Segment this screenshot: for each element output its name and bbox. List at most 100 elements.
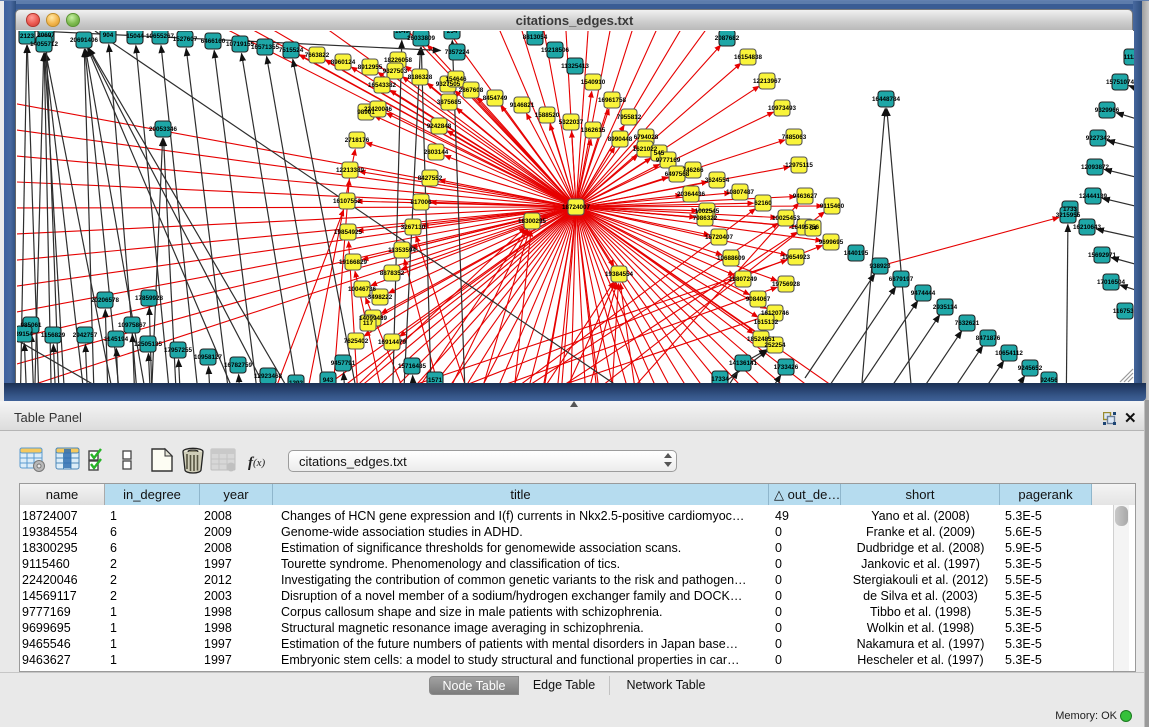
- svg-text:64: 64: [809, 225, 817, 232]
- svg-text:15751074: 15751074: [1106, 79, 1134, 86]
- svg-text:10025453: 10025453: [772, 215, 801, 222]
- svg-text:22420046: 22420046: [364, 106, 393, 113]
- svg-text:18807249: 18807249: [729, 276, 758, 283]
- svg-text:20053346: 20053346: [149, 126, 178, 133]
- svg-text:2718176: 2718176: [345, 137, 370, 144]
- svg-text:7357224: 7357224: [445, 49, 470, 56]
- svg-text:6879197: 6879197: [889, 276, 914, 283]
- svg-text:16448784: 16448784: [872, 96, 901, 103]
- svg-text:12975115: 12975115: [785, 162, 813, 169]
- svg-text:7632621: 7632621: [955, 320, 980, 327]
- svg-text:15692971: 15692971: [1088, 252, 1117, 259]
- svg-text:16120746: 16120746: [761, 310, 790, 317]
- svg-text:7515524: 7515524: [279, 47, 304, 54]
- svg-text:6794028: 6794028: [634, 134, 659, 141]
- svg-text:20691406: 20691406: [70, 37, 99, 44]
- svg-text:18300295: 18300295: [518, 218, 547, 225]
- svg-text:14136141: 14136141: [729, 360, 758, 367]
- svg-text:20206578: 20206578: [91, 297, 120, 304]
- svg-text:1733426: 1733426: [774, 364, 799, 371]
- svg-text:19654923: 19654923: [782, 254, 811, 261]
- svg-text:3267130: 3267130: [401, 224, 426, 231]
- svg-text:1588520: 1588520: [535, 112, 560, 119]
- svg-text:8471876: 8471876: [976, 335, 1001, 342]
- svg-text:11124: 11124: [1124, 54, 1134, 61]
- svg-text:10975867: 10975867: [118, 322, 147, 329]
- svg-text:15716485: 15716485: [398, 363, 427, 370]
- svg-text:9457791: 9457791: [331, 360, 356, 367]
- svg-text:19756928: 19756928: [772, 281, 801, 288]
- svg-text:20364436: 20364436: [677, 191, 706, 198]
- svg-text:938923: 938923: [869, 263, 891, 270]
- svg-text:9227342: 9227342: [1086, 135, 1111, 142]
- svg-text:9474444: 9474444: [911, 290, 936, 297]
- svg-text:16571355: 16571355: [251, 44, 280, 51]
- svg-text:16154838: 16154838: [734, 54, 763, 61]
- svg-text:10655267: 10655267: [146, 33, 175, 40]
- svg-text:9245652: 9245652: [1018, 365, 1043, 372]
- svg-text:20697: 20697: [37, 32, 55, 39]
- svg-text:18226058: 18226058: [384, 57, 413, 64]
- svg-text:8186328: 8186328: [408, 74, 433, 81]
- svg-text:(x): (x): [253, 457, 266, 469]
- svg-text:3215955: 3215955: [1056, 212, 1081, 219]
- svg-text:11353594: 11353594: [388, 247, 416, 254]
- svg-text:17016504: 17016504: [1097, 279, 1126, 286]
- svg-text:10958127: 10958127: [194, 354, 223, 361]
- svg-text:8454749: 8454749: [483, 95, 508, 102]
- svg-text:17334: 17334: [711, 376, 729, 383]
- svg-text:8912955: 8912955: [358, 64, 383, 71]
- svg-text:16914479: 16914479: [378, 339, 407, 346]
- svg-text:7955812: 7955812: [617, 114, 642, 121]
- svg-text:17957255: 17957255: [164, 347, 193, 354]
- svg-text:2803144: 2803144: [424, 149, 449, 156]
- svg-text:2867608: 2867608: [459, 87, 484, 94]
- svg-text:16543382: 16543382: [368, 82, 397, 89]
- svg-text:9242848: 9242848: [427, 123, 452, 130]
- svg-text:62160: 62160: [754, 200, 772, 207]
- svg-text:19384554: 19384554: [605, 271, 634, 278]
- svg-text:16961758: 16961758: [598, 97, 627, 104]
- svg-text:2942757: 2942757: [73, 332, 98, 339]
- svg-text:1440195: 1440195: [844, 250, 869, 257]
- svg-text:39154: 39154: [17, 331, 33, 338]
- svg-text:12444139: 12444139: [1079, 193, 1108, 200]
- svg-text:904: 904: [103, 32, 114, 39]
- svg-text:11325413: 11325413: [561, 63, 589, 70]
- svg-text:2123: 2123: [20, 33, 35, 40]
- svg-text:19166829: 19166829: [339, 259, 368, 266]
- svg-text:117: 117: [363, 320, 374, 327]
- svg-text:16033809: 16033809: [407, 35, 436, 42]
- svg-text:9146821: 9146821: [510, 102, 535, 109]
- svg-text:7625402: 7625402: [344, 338, 369, 345]
- svg-text:3875685: 3875685: [437, 99, 462, 106]
- svg-text:3624554: 3624554: [705, 177, 730, 184]
- svg-text:6497568: 6497568: [665, 171, 690, 178]
- svg-text:1527607: 1527607: [173, 36, 198, 43]
- svg-text:10654112: 10654112: [995, 350, 1023, 357]
- svg-text:2087682: 2087682: [715, 35, 740, 42]
- svg-text:5322037: 5322037: [559, 119, 584, 126]
- svg-text:9699695: 9699695: [819, 239, 844, 246]
- svg-text:8990448: 8990448: [608, 136, 633, 143]
- svg-text:3498222: 3498222: [368, 294, 393, 301]
- svg-text:12093872: 12093872: [1081, 164, 1110, 171]
- svg-text:17859928: 17859928: [135, 295, 164, 302]
- svg-text:9463627: 9463627: [793, 193, 818, 200]
- svg-text:15720407: 15720407: [705, 234, 734, 241]
- svg-text:1002545: 1002545: [695, 208, 720, 215]
- svg-text:254: 254: [447, 31, 458, 35]
- svg-text:545: 545: [654, 150, 665, 157]
- svg-text:16782759: 16782759: [224, 362, 253, 369]
- svg-text:18724007: 18724007: [562, 204, 591, 211]
- svg-text:10807487: 10807487: [726, 189, 755, 196]
- svg-text:16210643: 16210643: [1073, 224, 1102, 231]
- svg-text:19218506: 19218506: [541, 47, 570, 54]
- svg-text:10046736: 10046736: [348, 286, 377, 293]
- svg-text:10688609: 10688609: [717, 255, 746, 262]
- svg-text:9084067: 9084067: [746, 296, 771, 303]
- svg-text:12923468: 12923468: [254, 373, 283, 380]
- svg-text:9115460: 9115460: [820, 203, 845, 210]
- svg-text:1167535: 1167535: [1113, 308, 1134, 315]
- svg-text:252254: 252254: [764, 342, 786, 349]
